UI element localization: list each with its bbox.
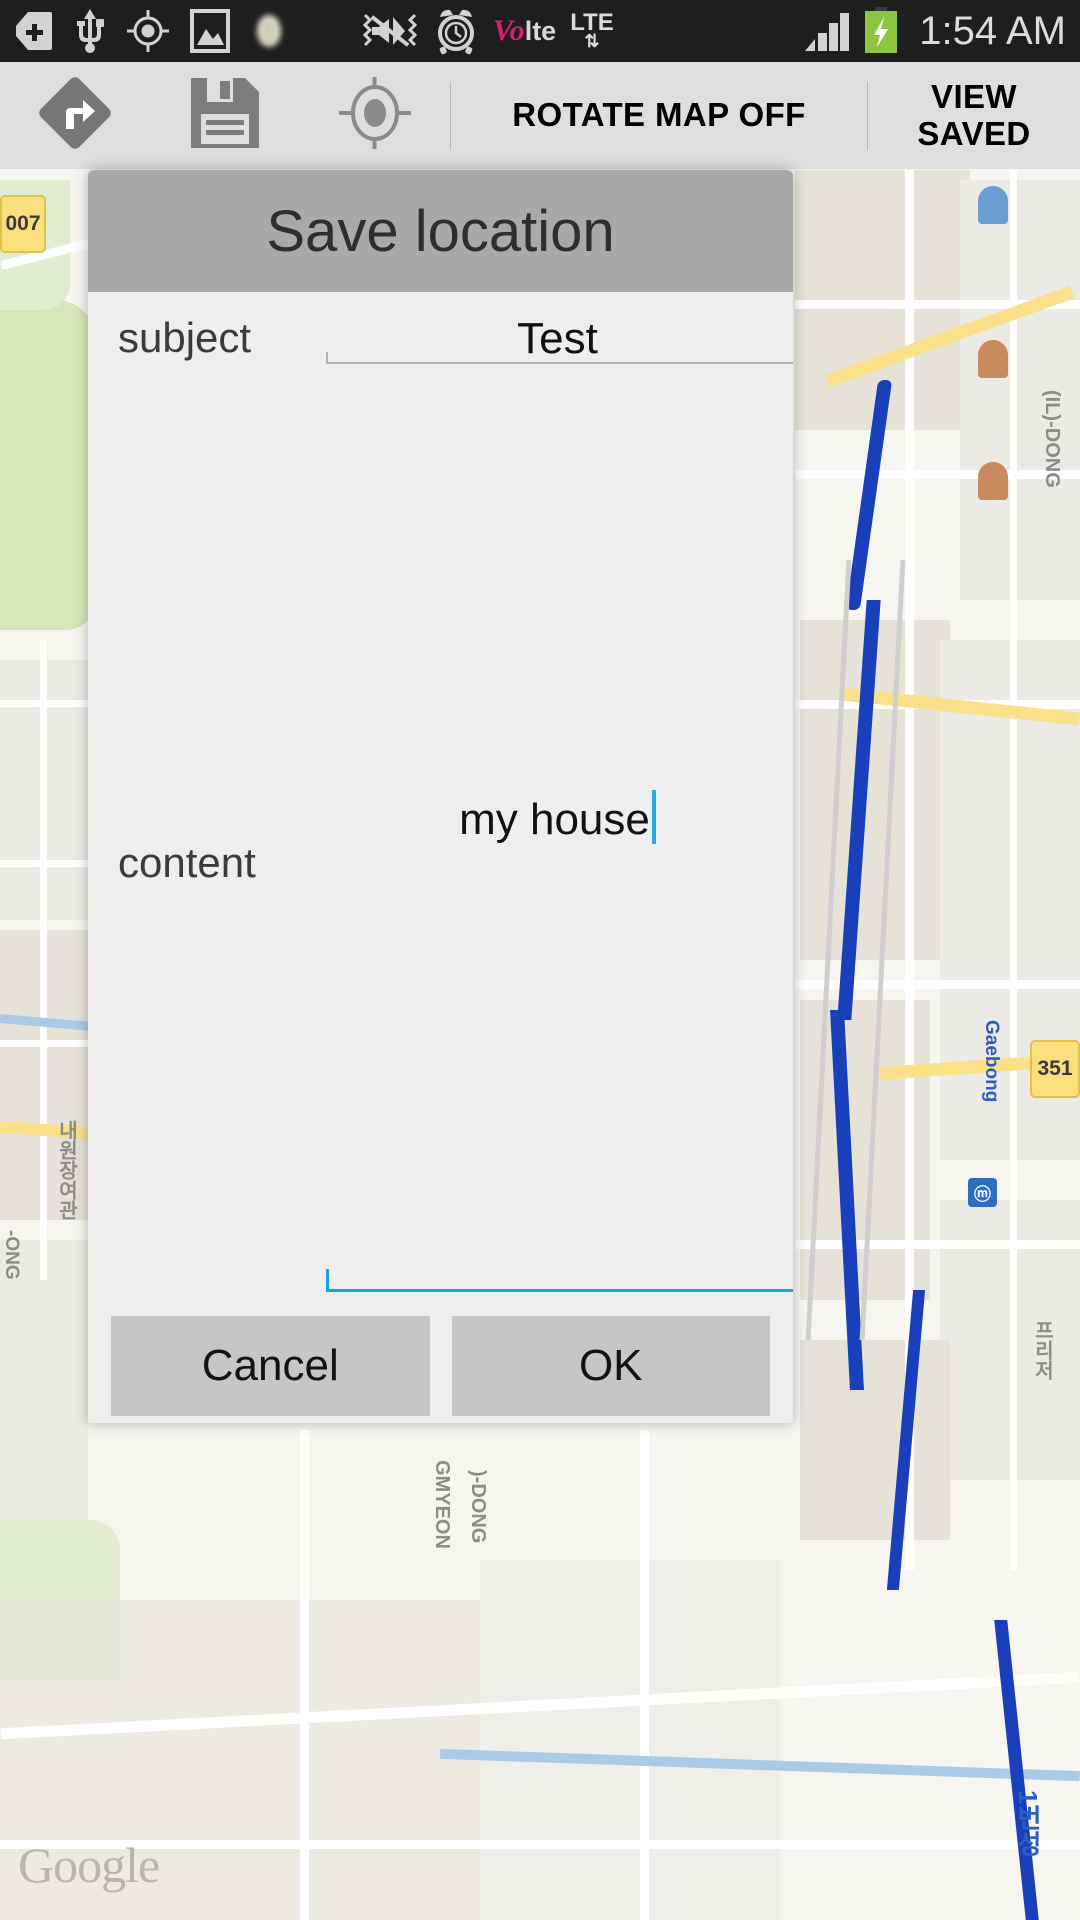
cancel-button[interactable]: Cancel bbox=[111, 1316, 430, 1416]
alarm-clock-icon bbox=[433, 7, 479, 55]
map-poi-marker[interactable] bbox=[978, 340, 1008, 378]
content-input-wrap[interactable]: my house bbox=[326, 410, 793, 1316]
content-input[interactable]: my house bbox=[326, 789, 789, 845]
screenshot-image-icon bbox=[190, 9, 230, 53]
sound-mute-vibrate-icon bbox=[363, 7, 419, 55]
content-focus-underline bbox=[326, 1269, 793, 1292]
view-saved-label: VIEW SAVED bbox=[891, 77, 1056, 153]
map-label: 내원장여관 bbox=[55, 1120, 77, 1220]
dialog-body: subject Test content my house bbox=[88, 292, 793, 1316]
dialog-button-bar: Cancel OK bbox=[88, 1316, 793, 1423]
map-label: )-DONG bbox=[467, 1470, 489, 1544]
map-poi-marker[interactable] bbox=[978, 186, 1008, 224]
map-poi-marker[interactable] bbox=[978, 462, 1008, 500]
app-toolbar: ROTATE MAP OFF VIEW SAVED bbox=[0, 62, 1080, 169]
view-saved-line1: VIEW bbox=[931, 77, 1017, 115]
save-button[interactable] bbox=[150, 62, 300, 169]
map-label: Gaebong bbox=[981, 1020, 1002, 1103]
floppy-disk-save-icon bbox=[189, 76, 261, 155]
content-field-row: content my house bbox=[88, 410, 793, 1316]
save-location-dialog: Save location subject Test content my ho… bbox=[88, 170, 793, 1423]
status-bar-clock: 1:54 AM bbox=[919, 8, 1066, 53]
directions-button[interactable] bbox=[0, 62, 150, 169]
content-label: content bbox=[118, 839, 256, 886]
phone-screen: 007 351 (IL)-DONG Gaebong 내원장여관 -ONG 프리저… bbox=[0, 0, 1080, 1920]
battery-charging-icon bbox=[863, 7, 899, 55]
directions-turn-right-icon bbox=[36, 74, 114, 157]
rotate-map-label: ROTATE MAP OFF bbox=[512, 96, 806, 134]
lte-data-icon: LTE ⇅ bbox=[570, 9, 614, 51]
map-road-shield: 351 bbox=[1030, 1040, 1080, 1098]
subject-field-row: subject Test bbox=[88, 292, 793, 410]
signal-bars-icon bbox=[803, 9, 851, 53]
ok-button[interactable]: OK bbox=[451, 1316, 770, 1416]
gps-crosshair-icon bbox=[337, 75, 413, 156]
subject-input[interactable]: Test bbox=[326, 314, 789, 364]
rotate-map-toggle[interactable]: ROTATE MAP OFF bbox=[451, 62, 867, 169]
usb-icon bbox=[74, 8, 106, 54]
unknown-blur-icon bbox=[250, 11, 288, 51]
sd-card-add-icon bbox=[14, 10, 54, 52]
map-label: GMYEON bbox=[431, 1460, 453, 1549]
map-label: -ONG bbox=[1, 1230, 22, 1280]
google-watermark: Google bbox=[18, 1837, 160, 1893]
map-label: 1번성 bbox=[1013, 1790, 1043, 1857]
map-label: (IL)-DONG bbox=[1041, 390, 1063, 488]
volte-icon: Volte bbox=[493, 14, 557, 47]
gps-location-icon bbox=[126, 9, 170, 53]
dialog-title: Save location bbox=[266, 198, 615, 264]
map-road-shield: 007 bbox=[0, 195, 46, 253]
subject-input-wrap[interactable]: Test bbox=[326, 314, 793, 364]
text-cursor bbox=[651, 789, 656, 844]
content-input-text: my house bbox=[459, 794, 650, 844]
subject-underline bbox=[326, 352, 793, 364]
map-label: 프리저 bbox=[1031, 1320, 1053, 1380]
view-saved-line2: SAVED bbox=[917, 114, 1031, 152]
my-location-button[interactable] bbox=[300, 62, 450, 169]
dialog-header: Save location bbox=[88, 170, 793, 292]
view-saved-button[interactable]: VIEW SAVED bbox=[868, 62, 1080, 169]
map-station-label: ⓜ bbox=[968, 1178, 997, 1207]
subject-label: subject bbox=[118, 314, 252, 361]
status-bar: Volte LTE ⇅ 1:54 AM bbox=[0, 0, 1080, 62]
